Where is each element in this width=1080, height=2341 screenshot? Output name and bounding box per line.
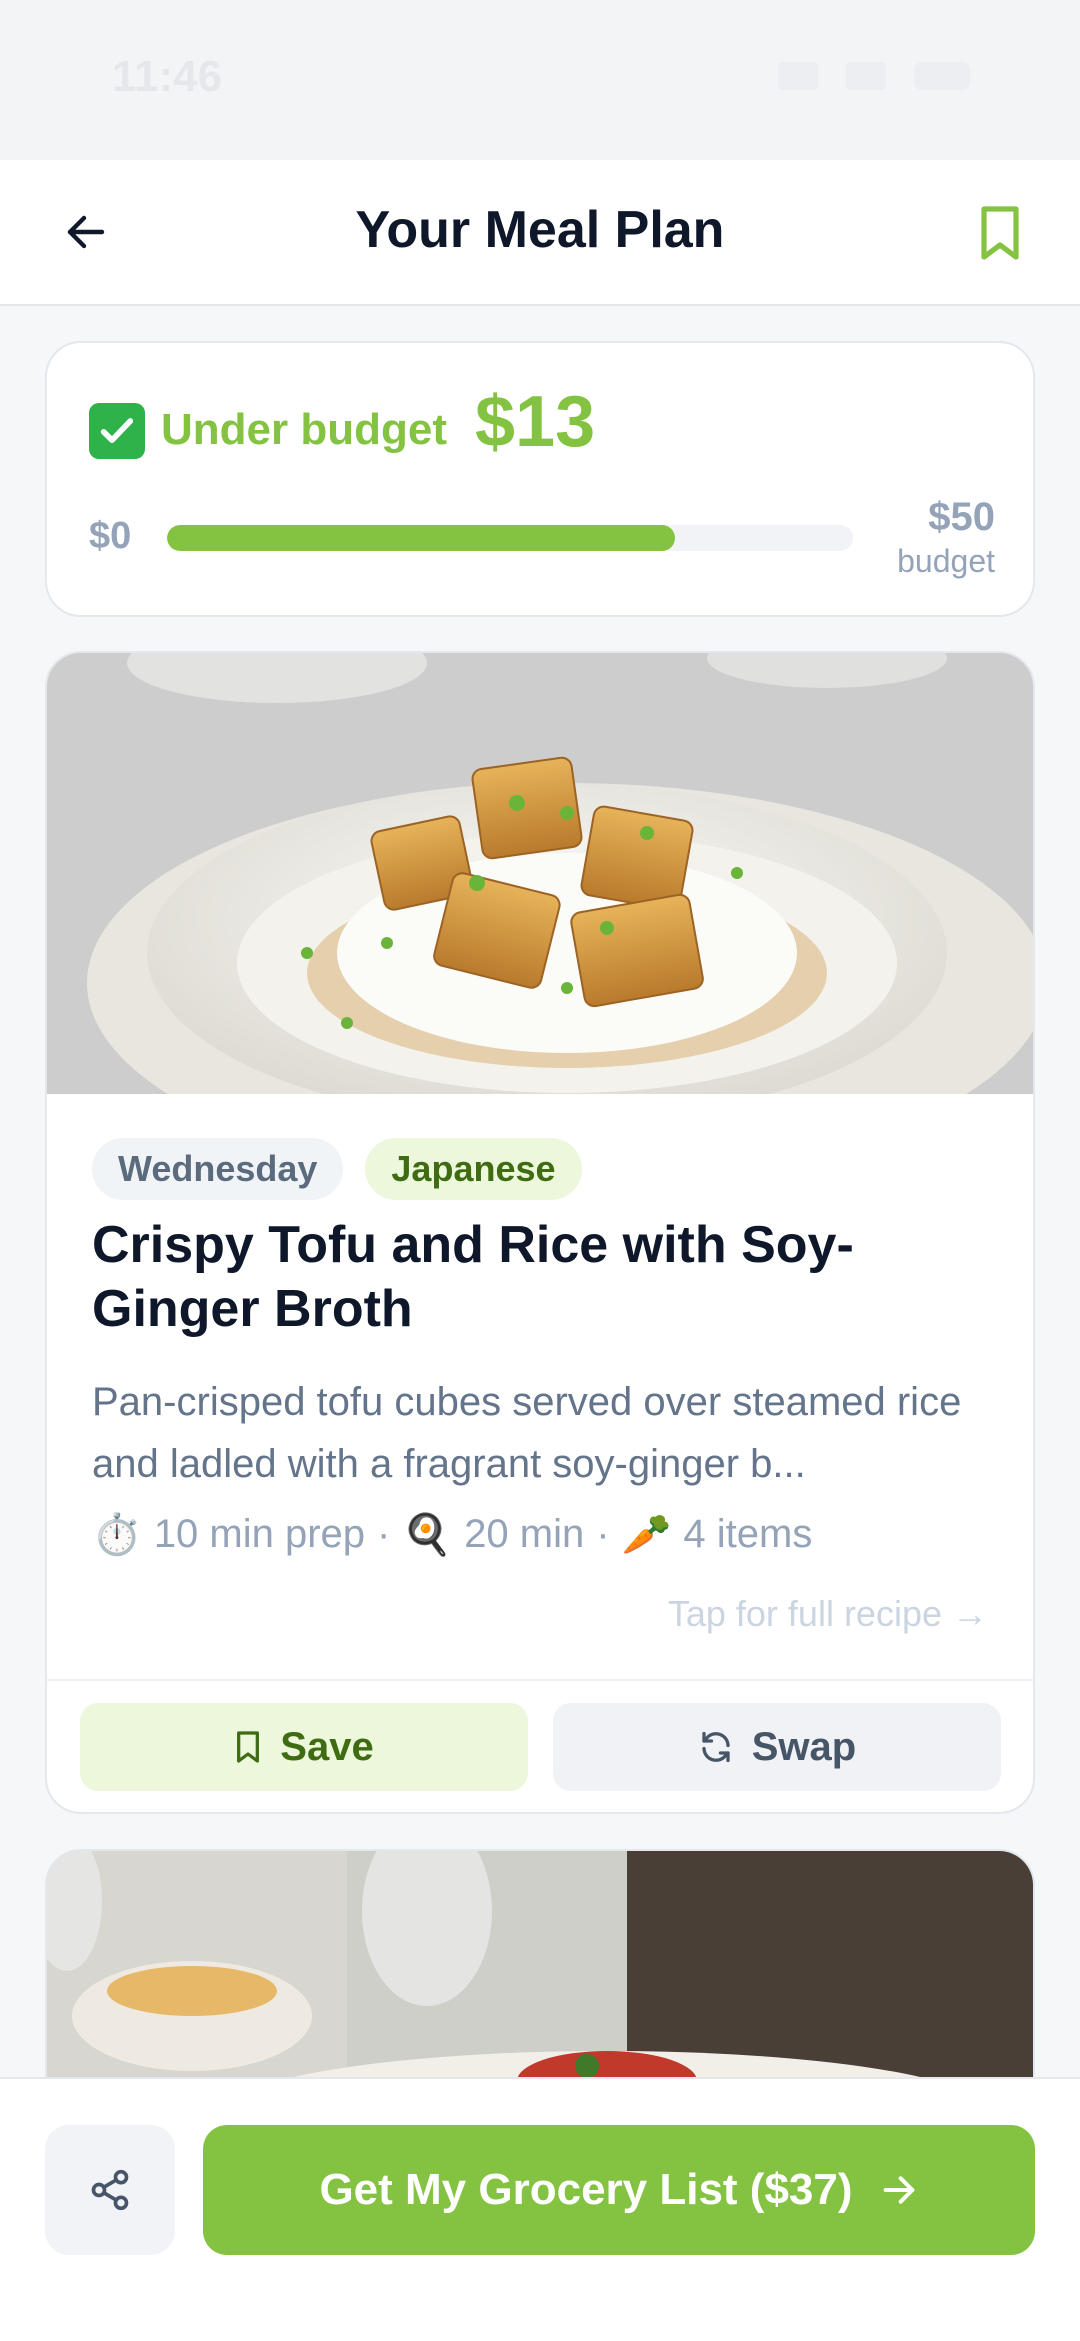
carrot-icon: 🥕: [621, 1513, 672, 1557]
status-bar: 11:46: [0, 0, 1080, 160]
refresh-icon: [702, 1731, 730, 1763]
save-button-label: Save: [280, 1724, 374, 1769]
budget-range-max-sub: budget: [897, 543, 995, 579]
signal-icon: [778, 62, 818, 90]
status-icons: [778, 62, 970, 90]
meal-description: Pan-crisped tofu cubes served over steam…: [92, 1380, 962, 1486]
wifi-icon: [846, 62, 886, 90]
grocery-list-button-label: Get My Grocery List ($37): [319, 2165, 853, 2214]
meal-title: Crispy Tofu and Rice with Soy-Ginger Bro…: [92, 1216, 854, 1338]
budget-range-min: $0: [89, 515, 132, 557]
arrow-right-icon: [883, 2176, 914, 2204]
check-square-icon: [89, 403, 145, 459]
bookmark-icon: [237, 1731, 260, 1763]
full-recipe-link[interactable]: Tap for full recipe →: [668, 1593, 988, 1635]
meal-photo: [47, 653, 1033, 1094]
meal-tags: Wednesday Japanese: [92, 1138, 582, 1200]
item-count: 4 items: [683, 1512, 813, 1556]
battery-icon: [914, 62, 970, 90]
swap-button[interactable]: Swap: [553, 1703, 1001, 1791]
grocery-list-button[interactable]: Get My Grocery List ($37): [203, 2125, 1035, 2255]
swap-button-label: Swap: [751, 1724, 857, 1769]
budget-progress-bar: [167, 525, 853, 551]
card-divider: [47, 1679, 1033, 1681]
share-icon: [91, 2169, 129, 2211]
page-title: Your Meal Plan: [355, 201, 725, 259]
prep-time: 10 min prep: [153, 1512, 366, 1556]
bottom-action-bar: Get My Grocery List ($37): [0, 2077, 1080, 2341]
app-header: Your Meal Plan: [0, 160, 1080, 306]
day-tag: Wednesday: [92, 1138, 344, 1200]
budget-status-label: Under budget: [161, 405, 447, 454]
meta-separator: ·: [377, 1512, 391, 1556]
stopwatch-icon: ⏱️: [92, 1513, 142, 1557]
frying-pan-icon: 🍳: [402, 1513, 453, 1557]
status-time: 11:46: [112, 52, 223, 101]
cuisine-tag: Japanese: [365, 1138, 582, 1200]
save-button[interactable]: Save: [80, 1703, 528, 1791]
budget-amount: $13: [475, 382, 596, 462]
cook-time: 20 min: [464, 1512, 585, 1556]
meal-card[interactable]: Wednesday Japanese Crispy Tofu and Rice …: [45, 651, 1035, 1814]
bookmark-button[interactable]: [970, 200, 1030, 266]
bookmark-icon: [981, 206, 1019, 260]
budget-progress-fill: [167, 525, 675, 551]
meta-separator: ·: [596, 1512, 610, 1556]
budget-range-max: $50: [928, 495, 995, 539]
share-button[interactable]: [45, 2125, 175, 2255]
meal-meta: ⏱️ 10 min prep · 🍳 20 min · 🥕 4 items: [92, 1511, 812, 1558]
budget-card: Under budget $13 $0 $50 budget: [45, 341, 1035, 617]
